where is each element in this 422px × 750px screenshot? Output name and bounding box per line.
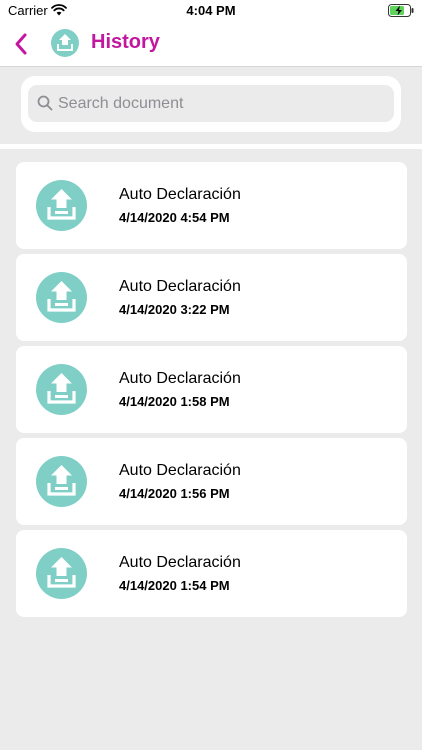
upload-icon <box>36 180 87 231</box>
history-item[interactable]: Auto Declaración 4/14/2020 3:22 PM <box>16 254 407 341</box>
item-title: Auto Declaración <box>119 186 241 203</box>
upload-icon <box>36 456 87 507</box>
search-placeholder: Search document <box>58 95 184 112</box>
search-icon <box>37 95 53 111</box>
item-title: Auto Declaración <box>119 370 241 387</box>
history-item[interactable]: Auto Declaración 4/14/2020 1:58 PM <box>16 346 407 433</box>
chevron-left-icon <box>15 33 27 55</box>
item-title: Auto Declaración <box>119 554 241 571</box>
item-date: 4/14/2020 1:54 PM <box>119 578 230 593</box>
upload-icon <box>36 364 87 415</box>
status-bar: Carrier 4:04 PM <box>0 0 422 22</box>
upload-icon <box>51 29 79 57</box>
battery-charging-icon <box>388 4 414 17</box>
divider <box>0 144 422 149</box>
item-date: 4/14/2020 4:54 PM <box>119 210 230 225</box>
back-button[interactable] <box>6 28 36 60</box>
item-title: Auto Declaración <box>119 462 241 479</box>
clock-time: 4:04 PM <box>186 3 236 18</box>
search-container: Search document <box>21 76 401 132</box>
history-item[interactable]: Auto Declaración 4/14/2020 1:54 PM <box>16 530 407 617</box>
search-input[interactable]: Search document <box>28 85 394 122</box>
history-item[interactable]: Auto Declaración 4/14/2020 4:54 PM <box>16 162 407 249</box>
item-date: 4/14/2020 1:56 PM <box>119 486 230 501</box>
item-title: Auto Declaración <box>119 278 241 295</box>
upload-icon <box>36 272 87 323</box>
upload-icon <box>36 548 87 599</box>
history-list: Auto Declaración 4/14/2020 4:54 PM Auto … <box>16 162 407 622</box>
navigation-bar: History <box>0 22 422 67</box>
page-title: History <box>91 31 160 53</box>
item-date: 4/14/2020 1:58 PM <box>119 394 230 409</box>
item-date: 4/14/2020 3:22 PM <box>119 302 230 317</box>
history-item[interactable]: Auto Declaración 4/14/2020 1:56 PM <box>16 438 407 525</box>
